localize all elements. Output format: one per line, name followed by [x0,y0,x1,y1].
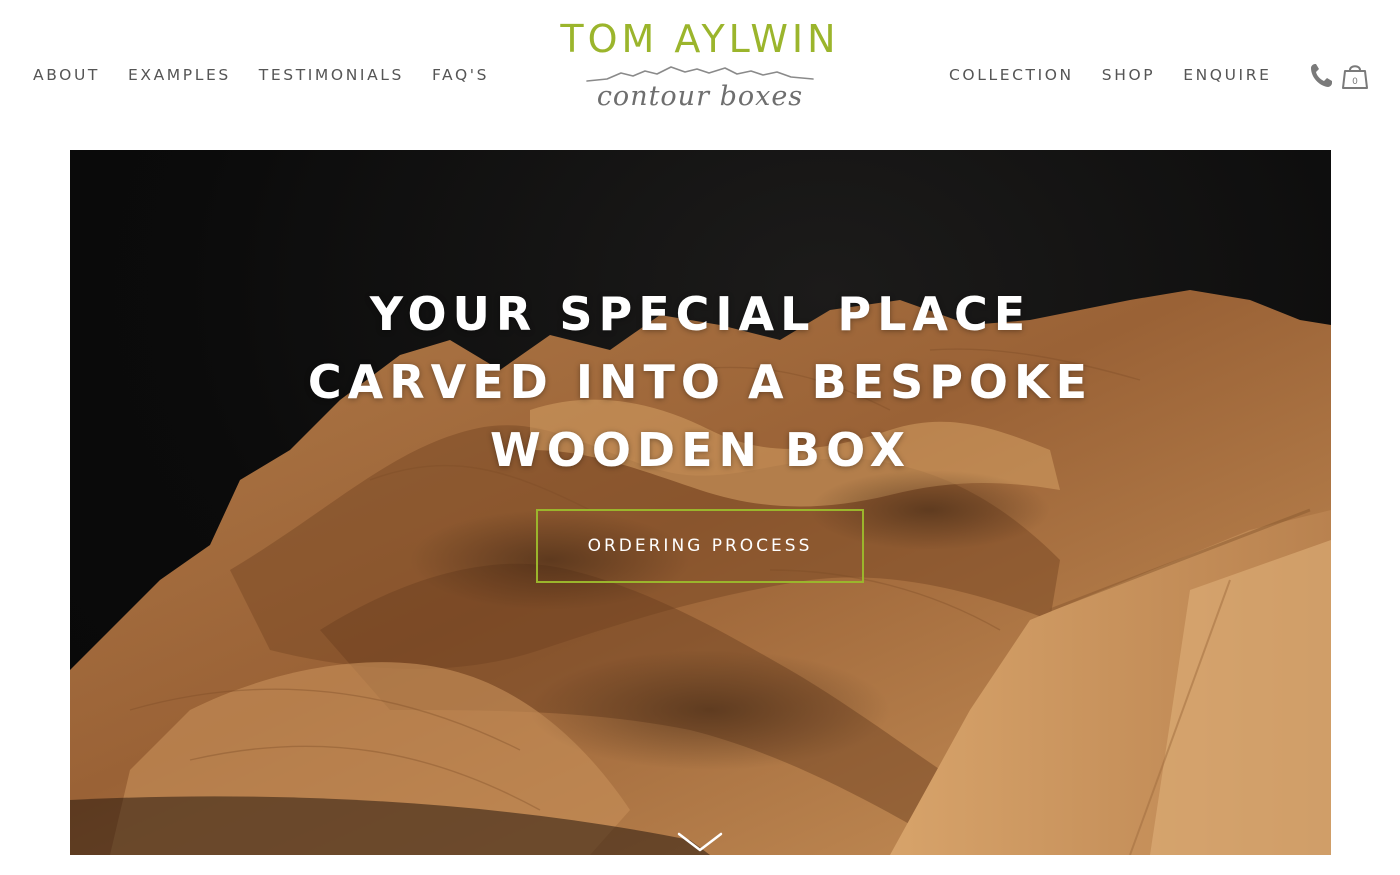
hero-banner: YOUR SPECIAL PLACE CARVED INTO A BESPOKE… [70,150,1331,855]
shopping-bag-icon[interactable]: 0 [1341,60,1369,95]
phone-icon[interactable] [1309,61,1335,94]
hero-headline-line-2: CARVED INTO A BESPOKE [307,355,1094,409]
nav-link-shop[interactable]: SHOP [1102,66,1155,84]
basket-count: 0 [1352,77,1358,87]
logo-name: TOM AYLWIN [560,17,840,61]
hero-headline-line-1: YOUR SPECIAL PLACE [369,287,1032,341]
nav-link-enquire[interactable]: ENQUIRE [1183,66,1271,84]
nav-link-examples[interactable]: EXAMPLES [128,66,231,84]
chevron-down-icon[interactable] [676,830,724,854]
nav-link-faqs[interactable]: FAQ'S [432,66,489,84]
nav-link-testimonials[interactable]: TESTIMONIALS [259,66,404,84]
site-logo[interactable]: TOM AYLWIN contour boxes [520,18,880,130]
nav-link-about[interactable]: ABOUT [33,66,100,84]
logo-tagline: contour boxes [596,81,804,112]
ordering-process-button[interactable]: ORDERING PROCESS [536,509,864,583]
carved-wooden-box-image [70,290,1331,855]
hero-headline: YOUR SPECIAL PLACE CARVED INTO A BESPOKE… [70,280,1331,484]
nav-link-collection[interactable]: COLLECTION [949,66,1074,84]
primary-nav-left: ABOUT EXAMPLES TESTIMONIALS FAQ'S [33,66,517,84]
hero-headline-line-3: WOODEN BOX [489,423,912,477]
header-icons: 0 [1309,60,1375,95]
primary-nav-right: COLLECTION SHOP ENQUIRE [949,66,1299,84]
site-header: ABOUT EXAMPLES TESTIMONIALS FAQ'S TOM AY… [0,0,1400,150]
